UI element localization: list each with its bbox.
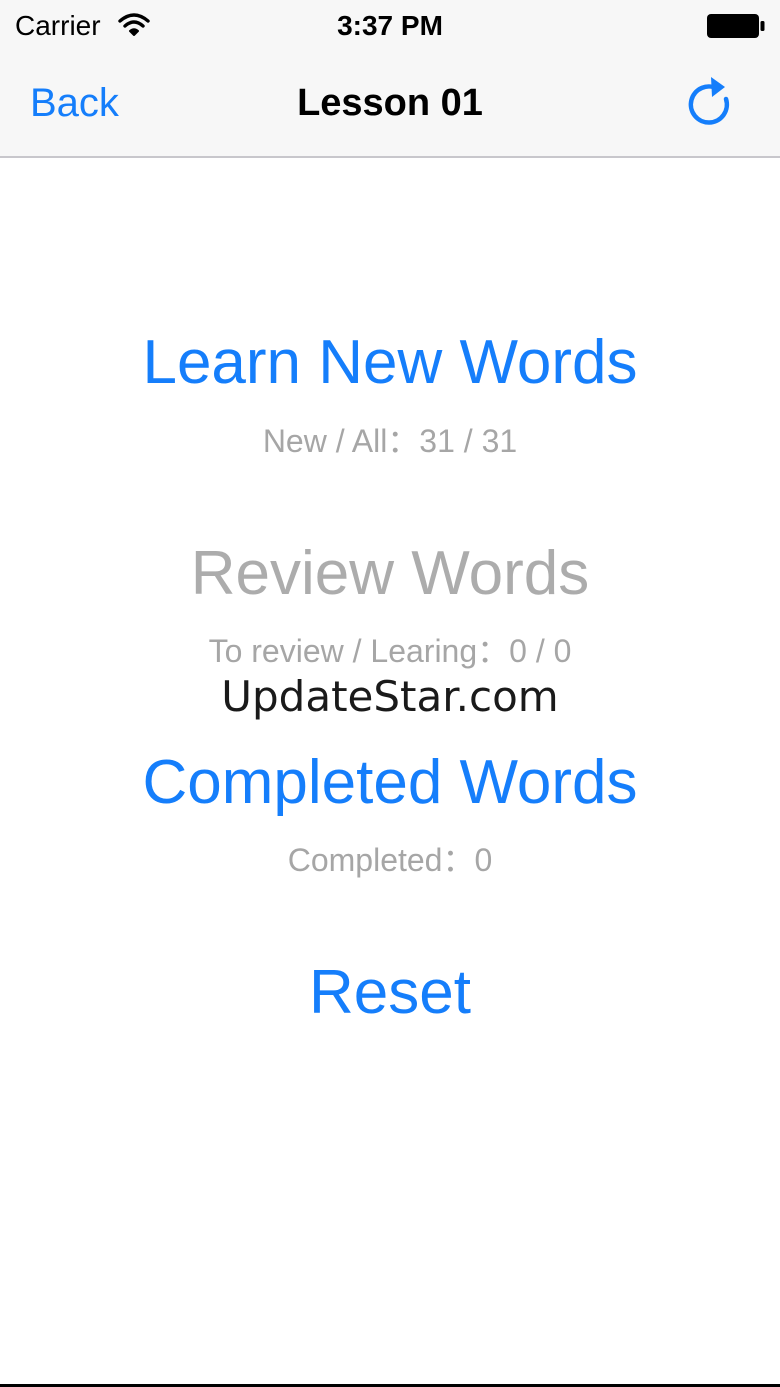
completed-words-button[interactable]: Completed Words [0, 747, 780, 819]
battery-icon [707, 14, 765, 38]
navigation-bar: Back Lesson 01 [0, 50, 780, 158]
watermark: UpdateStar.com [221, 672, 559, 721]
app-screen: Carrier 3:37 PM Back Lesson 01 Learn New… [0, 0, 780, 1387]
review-learning-count: To review / Learing：0 / 0 [208, 633, 572, 669]
learn-new-words-button[interactable]: Learn New Words [0, 327, 780, 399]
refresh-icon[interactable] [684, 74, 736, 130]
page-title: Lesson 01 [297, 82, 483, 124]
status-time: 3:37 PM [337, 10, 443, 41]
status-bar: Carrier 3:37 PM [0, 0, 780, 50]
completed-count: Completed：0 [287, 842, 493, 878]
new-all-count: New / All：31 / 31 [262, 423, 518, 459]
reset-button[interactable]: Reset [0, 957, 780, 1029]
review-words-button[interactable]: Review Words [0, 538, 780, 610]
